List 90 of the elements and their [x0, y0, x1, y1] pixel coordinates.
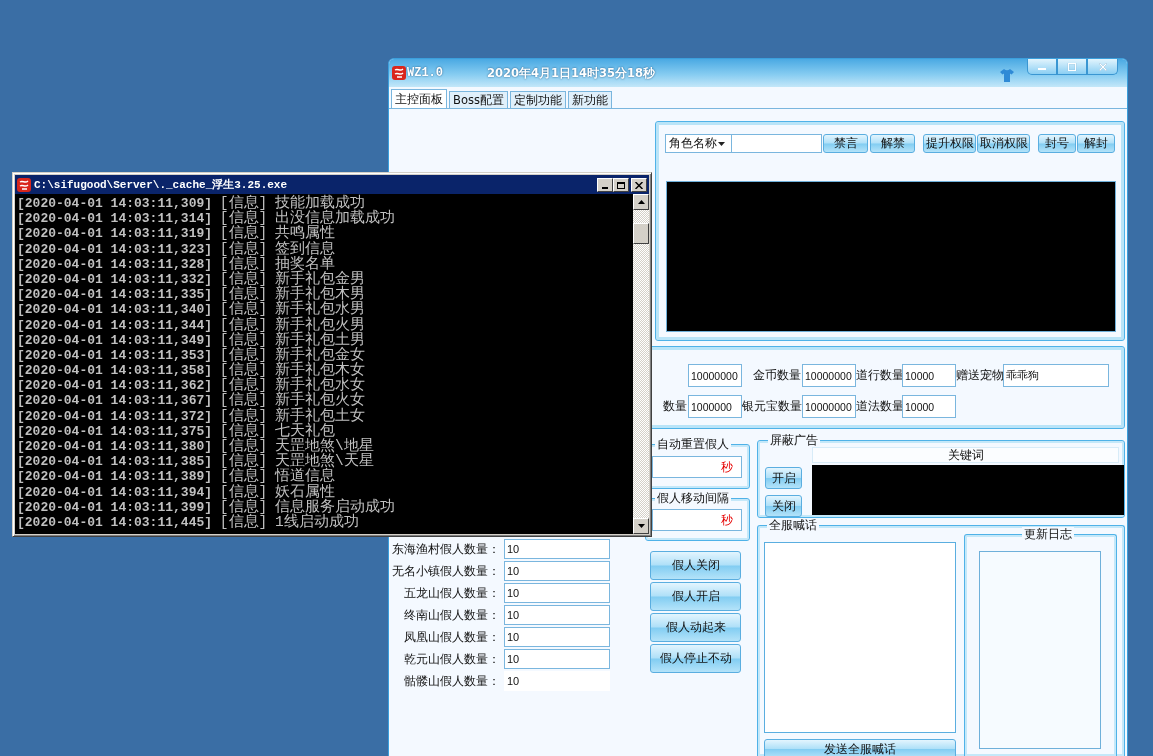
seconds-field[interactable]: 秒 [652, 509, 742, 531]
amount-field[interactable]: 10000000 [802, 364, 856, 387]
log-line: [2020-04-01 14:03:11,344] [信息] 新手礼包火男 [17, 317, 367, 333]
log-line: [2020-04-01 14:03:11,367] [信息] 新手礼包火女 [17, 393, 367, 409]
amount-field[interactable]: 10000000 [688, 364, 742, 387]
amount-field[interactable]: 10000000 [802, 395, 856, 418]
action-button[interactable]: 假人停止不动 [650, 644, 741, 673]
scroll-up-button[interactable] [633, 194, 649, 210]
console-title: C:\sifugood\Server\._cache_浮生3.25.exe [34, 177, 288, 192]
window-title: WZ1.0 [407, 66, 443, 80]
count-field[interactable]: 10 [504, 671, 610, 691]
field-label: 无名小镇假人数量： [391, 563, 500, 579]
maximize-icon [617, 181, 625, 189]
scrollbar[interactable] [633, 194, 649, 534]
field-label: 道行数量 [856, 368, 902, 383]
field-label: 数量 [662, 399, 688, 414]
toolbar-button[interactable]: 提升权限 [923, 134, 976, 153]
amount-field[interactable]: 10000 [902, 395, 956, 418]
toolbar-button[interactable]: 封号 [1038, 134, 1076, 153]
field-label: 东海渔村假人数量： [391, 541, 500, 557]
toolbar-button[interactable]: 解封 [1077, 134, 1115, 153]
log-line: [2020-04-01 14:03:11,394] [信息] 妖石属性 [17, 484, 336, 500]
caret-icon [717, 141, 725, 146]
send-button[interactable]: 发送全服喊话 [764, 739, 956, 756]
action-button[interactable]: 假人开启 [650, 582, 741, 611]
field-label: 赠送宠物 [956, 368, 1003, 383]
log-line: [2020-04-01 14:03:11,380] [信息] 天罡地煞\地星 [17, 439, 375, 454]
action-button[interactable]: 假人动起来 [650, 613, 741, 642]
tab[interactable]: 定制功能 [509, 91, 566, 108]
count-field[interactable]: 10 [504, 627, 610, 647]
tab[interactable]: Boss配置 [449, 91, 508, 108]
field-label: 金币数量 [752, 368, 802, 383]
amount-field[interactable]: 10000 [902, 364, 956, 387]
count-field[interactable]: 10 [504, 539, 610, 559]
log-line: [2020-04-01 14:03:11,323] [信息] 签到信息 [17, 241, 337, 257]
group-title: 屏蔽广告 [768, 433, 820, 447]
count-field[interactable]: 10 [504, 583, 610, 603]
field-label: 道法数量 [856, 399, 902, 414]
log-line: [2020-04-01 14:03:11,399] [信息] 信息服务启动成功 [17, 499, 397, 515]
tab[interactable]: 主控面板 [391, 89, 447, 108]
amount-field[interactable]: 乖乖狗 [1003, 364, 1109, 387]
group-title: 假人移动间隔 [655, 491, 731, 505]
field-label: 骷髅山假人数量： [403, 673, 500, 689]
clock-text: 2020年4月1日14时35分18秒 [487, 65, 656, 81]
field-label: 乾元山假人数量： [403, 651, 500, 667]
arrow-up-icon [637, 200, 645, 204]
group-title: 更新日志 [1021, 527, 1074, 541]
toolbar-button[interactable]: 解禁 [870, 134, 915, 153]
column-header: 关键词 [812, 447, 1119, 463]
log-line: [2020-04-01 14:03:11,372] [信息] 新手礼包土女 [17, 408, 367, 424]
toolbar-button[interactable]: 取消权限 [977, 134, 1030, 153]
app-icon [17, 177, 31, 192]
log-line: [2020-04-01 14:03:11,445] [信息] 1线启动成功 [17, 514, 359, 531]
app-icon [392, 66, 406, 80]
toggle-button[interactable]: 开启 [765, 467, 802, 489]
count-field[interactable]: 10 [504, 561, 610, 581]
field-label: 银元宝数量 [742, 399, 802, 414]
group-title: 全服喊话 [767, 518, 819, 532]
arrow-down-icon [637, 524, 645, 528]
log-line: [2020-04-01 14:03:11,353] [信息] 新手礼包金女 [17, 347, 367, 363]
close-icon [1097, 62, 1108, 71]
scrollbar-thumb[interactable] [633, 223, 649, 244]
log-line: [2020-04-01 14:03:11,375] [信息] 七天礼包 [17, 423, 337, 439]
seconds-field[interactable]: 秒 [652, 456, 742, 478]
search-field[interactable] [731, 134, 822, 153]
field-label: 五龙山假人数量： [403, 585, 500, 601]
log-line: [2020-04-01 14:03:11,349] [信息] 新手礼包土男 [17, 332, 367, 348]
toolbar-button[interactable]: 禁言 [823, 134, 868, 153]
amount-field[interactable]: 1000000 [688, 395, 742, 418]
action-button[interactable]: 假人关闭 [650, 551, 741, 580]
dropdown[interactable]: 角色名称 [665, 134, 732, 153]
count-field[interactable]: 10 [504, 605, 610, 625]
log-line: [2020-04-01 14:03:11,340] [信息] 新手礼包水男 [17, 302, 367, 318]
group-title: 自动重置假人 [655, 437, 731, 451]
shirt-icon[interactable] [1000, 68, 1014, 82]
field-label: 终南山假人数量： [403, 607, 500, 623]
message-field[interactable] [764, 542, 956, 733]
field-label: 凤凰山假人数量： [403, 629, 500, 645]
close-icon [635, 181, 643, 189]
scroll-down-button[interactable] [633, 518, 649, 534]
changelog-list[interactable] [979, 551, 1101, 749]
maximize-icon [1067, 62, 1077, 71]
log-line: [2020-04-01 14:03:11,309] [信息] 技能加载成功 [17, 196, 366, 211]
toggle-button[interactable]: 关闭 [765, 495, 802, 517]
count-field[interactable]: 10 [504, 649, 610, 669]
log-line: [2020-04-01 14:03:11,389] [信息] 悟道信息 [17, 469, 337, 485]
log-line: [2020-04-01 14:03:11,332] [信息] 新手礼包金男 [17, 271, 367, 287]
log-line: [2020-04-01 14:03:11,319] [信息] 共鸣属性 [17, 226, 337, 242]
tab[interactable]: 新功能 [567, 91, 612, 108]
log-line: [2020-04-01 14:03:11,328] [信息] 抽奖名单 [17, 256, 336, 272]
